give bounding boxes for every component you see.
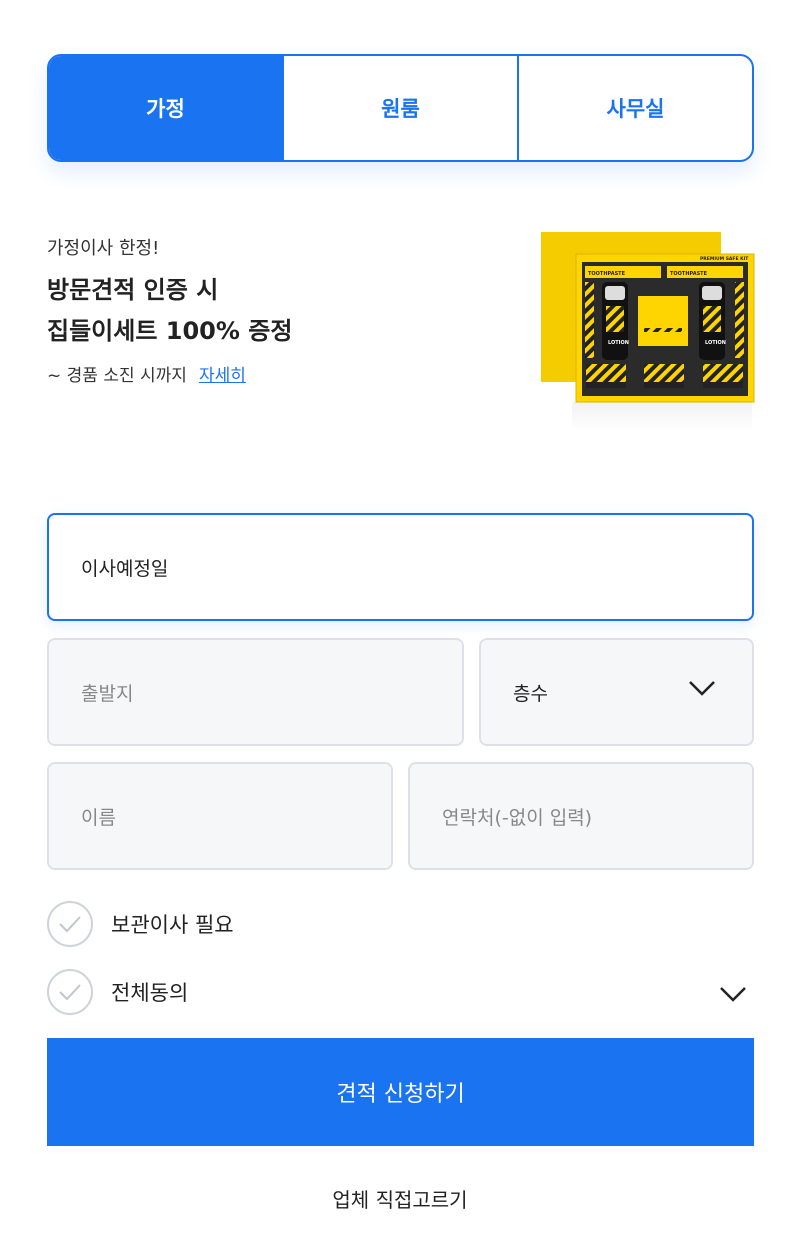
promo-note-text: ~ 경품 소진 시까지 [47,366,187,386]
request-estimate-button[interactable]: 견적 신청하기 [47,1038,754,1146]
promo-headline-1: 방문견적 인증 시 [47,276,219,304]
housewarming-kit-image: TOOTHPASTE TOOTHPASTE PREMIUM SAFE KIT L… [541,232,755,432]
promo-headline-2: 집들이세트 100% 증정 [47,317,293,345]
kit-label-lotion-1: LOTION [608,340,629,346]
promo-eyebrow: 가정이사 한정! [47,238,160,259]
move-type-tabs: 가정 원룸 사무실 [47,54,754,162]
kit-label-lotion-2: LOTION [705,340,726,346]
phone-placeholder: 연락처(-없이 입력) [442,806,593,829]
storage-move-checkbox[interactable]: 보관이사 필요 [47,901,234,947]
storage-move-label: 보관이사 필요 [111,913,234,937]
tab-studio[interactable]: 원룸 [282,56,517,160]
check-icon [47,901,93,947]
departure-field[interactable]: 출발지 [47,638,464,746]
name-placeholder: 이름 [81,806,116,829]
promo-detail-link[interactable]: 자세히 [199,361,246,386]
phone-field[interactable]: 연락처(-없이 입력) [408,762,754,870]
tab-home[interactable]: 가정 [49,56,282,160]
kit-label-toothpaste-2: TOOTHPASTE [670,271,708,277]
promo-note: ~ 경품 소진 시까지 자세히 [47,361,246,386]
check-icon [47,969,93,1015]
move-date-field[interactable]: 이사예정일 [47,513,754,621]
tab-office[interactable]: 사무실 [517,56,752,160]
agree-expand-chevron-icon[interactable] [719,986,747,1002]
floor-label: 층수 [513,682,548,705]
choose-company-link[interactable]: 업체 직접고르기 [0,1184,800,1213]
agree-all-label: 전체동의 [111,981,189,1005]
name-field[interactable]: 이름 [47,762,393,870]
floor-select[interactable]: 층수 [479,638,754,746]
chevron-down-icon [689,681,715,696]
agree-all-checkbox[interactable]: 전체동의 [47,969,188,1015]
kit-label-toothpaste-1: TOOTHPASTE [588,271,626,277]
move-date-placeholder: 이사예정일 [81,557,169,580]
kit-label-name: PREMIUM SAFE KIT [700,256,749,262]
departure-placeholder: 출발지 [81,682,134,705]
